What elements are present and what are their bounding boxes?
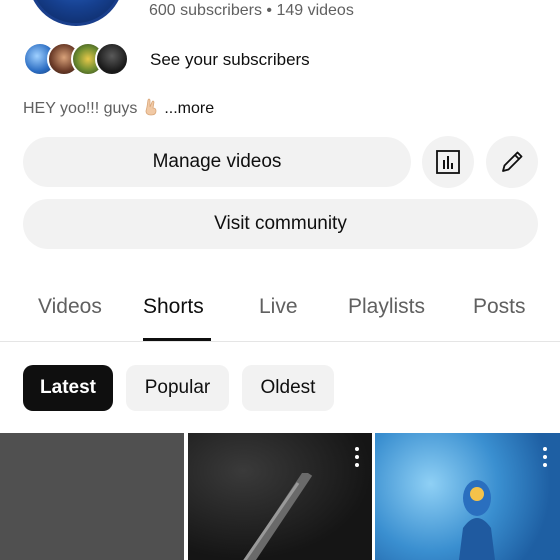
subscriber-avatars[interactable] bbox=[23, 42, 129, 76]
visit-community-button[interactable]: Visit community bbox=[23, 199, 538, 249]
bio-text: HEY yoo!!! guys bbox=[23, 100, 138, 117]
tab-playlists[interactable]: Playlists bbox=[348, 295, 425, 319]
pencil-icon bbox=[502, 151, 523, 172]
edit-channel-button[interactable] bbox=[486, 136, 538, 188]
channel-avatar[interactable] bbox=[28, 0, 124, 26]
chip-latest[interactable]: Latest bbox=[23, 365, 113, 411]
more-options-icon[interactable] bbox=[354, 447, 360, 467]
short-thumbnail[interactable] bbox=[0, 433, 184, 560]
tab-posts[interactable]: Posts bbox=[473, 295, 526, 319]
thumbnail-image bbox=[243, 473, 313, 560]
crossed-fingers-emoji-icon bbox=[144, 98, 158, 116]
chip-oldest[interactable]: Oldest bbox=[242, 365, 334, 411]
channel-description[interactable]: HEY yoo!!! guys ...more bbox=[23, 98, 214, 118]
subscriber-avatar bbox=[95, 42, 129, 76]
manage-videos-button[interactable]: Manage videos bbox=[23, 137, 411, 187]
active-tab-indicator bbox=[143, 338, 211, 341]
tab-videos[interactable]: Videos bbox=[38, 295, 102, 319]
thumbnail-image bbox=[459, 480, 495, 560]
bio-more-link[interactable]: ...more bbox=[164, 100, 214, 117]
see-subscribers-link[interactable]: See your subscribers bbox=[150, 50, 310, 70]
channel-stats: 600 subscribers • 149 videos bbox=[149, 2, 354, 19]
analytics-icon bbox=[436, 150, 460, 174]
short-thumbnail[interactable] bbox=[375, 433, 560, 560]
more-options-icon[interactable] bbox=[542, 447, 548, 467]
analytics-button[interactable] bbox=[422, 136, 474, 188]
tab-shorts[interactable]: Shorts bbox=[143, 295, 204, 319]
channel-tabs: Videos Shorts Live Playlists Posts bbox=[0, 280, 560, 342]
tab-live[interactable]: Live bbox=[259, 295, 298, 319]
short-thumbnail[interactable] bbox=[188, 433, 372, 560]
chip-popular[interactable]: Popular bbox=[126, 365, 229, 411]
